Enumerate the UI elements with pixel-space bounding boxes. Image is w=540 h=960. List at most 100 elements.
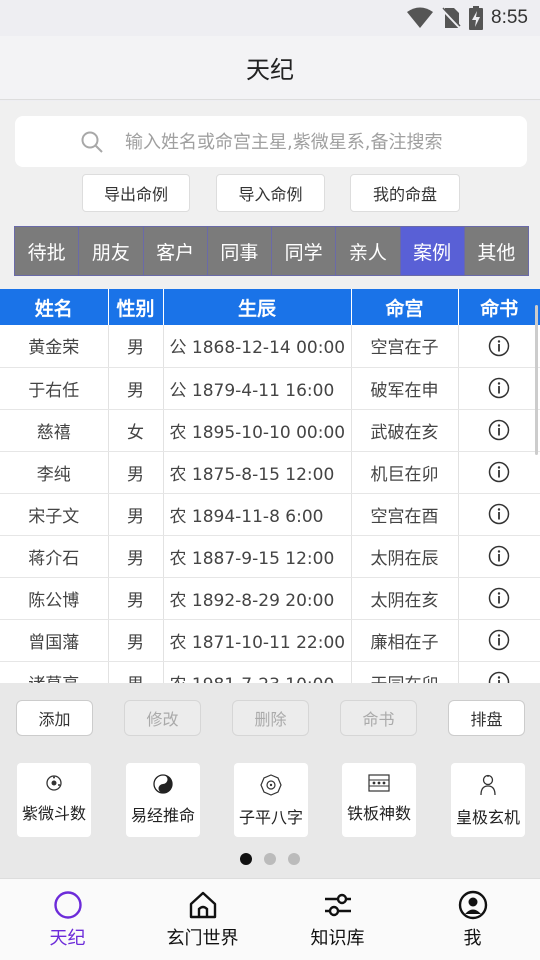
cell-info[interactable] <box>458 409 540 452</box>
nav-label: 天纪 <box>49 927 86 949</box>
nav-item-tianji[interactable]: 天纪 <box>0 879 135 960</box>
export-cases-button[interactable]: 导出命例 <box>82 174 190 212</box>
main-content: 导出命例 导入命例 我的命盘 待批朋友客户同事同学亲人案例其他 姓名 性别 生辰… <box>0 101 540 878</box>
table-row[interactable]: 宋子文男农 1894-11-8 6:00 空宫在酉 <box>0 493 540 536</box>
cell-name: 蒋介石 <box>0 535 109 578</box>
tab-2[interactable]: 客户 <box>144 227 208 275</box>
bottom-nav: 天纪 玄门世界 知识库 我 <box>0 878 540 960</box>
info-icon[interactable] <box>488 419 510 441</box>
tool-label: 铁板神数 <box>346 804 411 823</box>
table-row[interactable]: 诸葛亮男农 1981-7-23 10:00天同在卯 <box>0 661 540 683</box>
tool-yijing[interactable]: 易经推命 <box>126 763 200 837</box>
cell-info[interactable] <box>458 493 540 536</box>
cell-birth: 农 1887-9-15 12:00 <box>163 535 352 578</box>
my-chart-button[interactable]: 我的命盘 <box>350 174 460 212</box>
tab-3[interactable]: 同事 <box>208 227 272 275</box>
table-row[interactable]: 陈公博男农 1892-8-29 20:00 太阴在亥 <box>0 577 540 620</box>
cell-name: 宋子文 <box>0 493 109 536</box>
cell-name: 李纯 <box>0 451 109 494</box>
no-sim-icon <box>441 7 461 29</box>
page-dot[interactable] <box>288 853 300 865</box>
table-row[interactable]: 于右任男公 1879-4-11 16:00 破军在申 <box>0 367 540 410</box>
tool-label: 紫微斗数 <box>21 804 86 823</box>
bottom-panel: 添加 修改 删除 命书 排盘 紫微斗数 易经推命 子平八字 铁板神数 皇极玄机 <box>0 683 540 878</box>
table-row[interactable]: 蒋介石男农 1887-9-15 12:00 太阴在辰 <box>0 535 540 578</box>
delete-button[interactable]: 删除 <box>232 700 309 736</box>
cell-gender: 男 <box>108 493 164 536</box>
table-header-row: 姓名 性别 生辰 命宫 命书 <box>0 289 540 325</box>
battery-charging-icon <box>469 6 484 30</box>
col-header-name: 姓名 <box>0 289 109 325</box>
cell-name: 慈禧 <box>0 409 109 452</box>
wifi-icon <box>407 7 434 28</box>
table-row[interactable]: 李纯男农 1875-8-15 12:00 机巨在卯 <box>0 451 540 494</box>
search-box[interactable] <box>15 116 527 167</box>
tool-ziwei[interactable]: 紫微斗数 <box>17 763 91 837</box>
fate-book-button[interactable]: 命书 <box>340 700 417 736</box>
cell-name: 曾国藩 <box>0 619 109 662</box>
tool-tieban[interactable]: 铁板神数 <box>342 763 416 837</box>
cell-gender: 男 <box>108 619 164 662</box>
add-button[interactable]: 添加 <box>16 700 93 736</box>
page-dot[interactable] <box>264 853 276 865</box>
yin-yang-icon <box>153 774 173 794</box>
cell-info[interactable] <box>458 367 540 410</box>
tab-1[interactable]: 朋友 <box>79 227 144 275</box>
info-icon[interactable] <box>488 545 510 567</box>
info-icon[interactable] <box>488 671 510 683</box>
tool-ziping[interactable]: 子平八字 <box>234 763 308 837</box>
info-icon[interactable] <box>488 335 510 357</box>
cell-birth: 农 1875-8-15 12:00 <box>163 451 352 494</box>
tab-0[interactable]: 待批 <box>15 227 80 275</box>
search-input[interactable] <box>125 126 515 158</box>
cell-gender: 女 <box>108 409 164 452</box>
tab-4[interactable]: 同学 <box>272 227 337 275</box>
tab-5[interactable]: 亲人 <box>336 227 401 275</box>
import-cases-button[interactable]: 导入命例 <box>216 174 325 212</box>
cell-palace: 太阴在亥 <box>351 577 459 620</box>
table-row[interactable]: 黄金荣男公 1868-12-14 00:00 空宫在子 <box>0 325 540 368</box>
cell-birth: 农 1871-10-11 22:00 <box>163 619 352 662</box>
col-header-gender: 性别 <box>108 289 164 325</box>
nav-item-knowledge[interactable]: 知识库 <box>270 879 405 960</box>
table-row[interactable]: 慈禧女农 1895-10-10 00:00 武破在亥 <box>0 409 540 452</box>
info-icon[interactable] <box>488 377 510 399</box>
col-header-book: 命书 <box>458 289 540 325</box>
page-indicator <box>0 853 540 865</box>
cell-gender: 男 <box>108 577 164 620</box>
tool-huangji[interactable]: 皇极玄机 <box>451 763 525 837</box>
tab-7[interactable]: 其他 <box>465 227 528 275</box>
cell-info[interactable] <box>458 451 540 494</box>
nav-item-me[interactable]: 我 <box>405 879 540 960</box>
cell-info[interactable] <box>458 661 540 683</box>
edit-button[interactable]: 修改 <box>124 700 201 736</box>
sliders-icon <box>324 893 351 916</box>
cell-birth: 农 1981-7-23 10:00 <box>163 661 352 683</box>
cell-info[interactable] <box>458 535 540 578</box>
table-scrollbar[interactable] <box>535 305 538 455</box>
category-tabs: 待批 朋友 客户 同事 同学 亲人 案例 其他 <box>14 226 529 276</box>
tab-6[interactable]: 案例 <box>400 227 465 275</box>
info-icon[interactable] <box>488 503 510 525</box>
page-dot[interactable] <box>240 853 252 865</box>
cell-info[interactable] <box>458 577 540 620</box>
table-row[interactable]: 曾国藩男农 1871-10-11 22:00 廉相在子 <box>0 619 540 662</box>
cell-palace: 机巨在卯 <box>351 451 459 494</box>
cell-info[interactable] <box>458 325 540 368</box>
cell-gender: 男 <box>108 325 164 368</box>
cell-info[interactable] <box>458 619 540 662</box>
arrange-chart-button[interactable]: 排盘 <box>448 700 525 736</box>
cell-birth: 公 1868-12-14 00:00 <box>163 325 352 368</box>
info-icon[interactable] <box>488 587 510 609</box>
user-icon <box>458 890 487 919</box>
tool-label: 皇极玄机 <box>455 808 520 827</box>
nav-item-world[interactable]: 玄门世界 <box>135 879 270 960</box>
info-icon[interactable] <box>488 629 510 651</box>
bagua-icon <box>260 774 282 796</box>
cell-palace: 空宫在子 <box>351 325 459 368</box>
info-icon[interactable] <box>488 461 510 483</box>
cell-palace: 天同在卯 <box>351 661 459 683</box>
cell-gender: 男 <box>108 661 164 683</box>
nav-label: 知识库 <box>310 927 365 949</box>
cell-birth: 公 1879-4-11 16:00 <box>163 367 352 410</box>
